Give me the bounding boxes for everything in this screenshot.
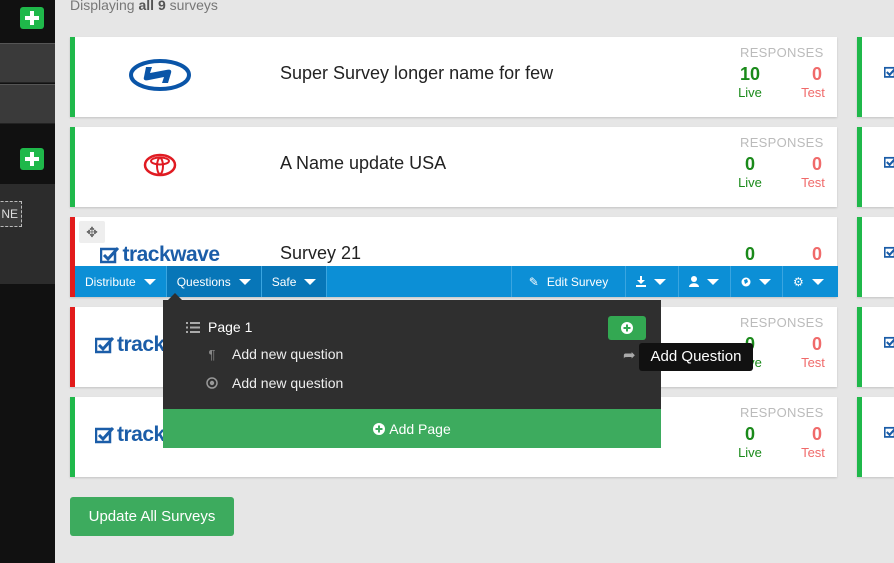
sidebar-item[interactable] bbox=[0, 84, 55, 124]
add-icon[interactable] bbox=[20, 7, 44, 29]
sidebar-item[interactable] bbox=[0, 43, 55, 83]
caret-down-icon bbox=[811, 278, 824, 285]
question-label: Add new question bbox=[232, 375, 344, 391]
live-count: 10 bbox=[739, 64, 761, 84]
page-label: Page 1 bbox=[208, 319, 253, 335]
globe-dropdown[interactable] bbox=[731, 266, 783, 297]
test-count: 0 bbox=[811, 64, 822, 84]
safe-label: Safe bbox=[271, 274, 297, 289]
responses-header: RESPONSES bbox=[740, 135, 824, 150]
gear-icon: ⚙ bbox=[793, 274, 804, 289]
radio-icon bbox=[206, 377, 218, 389]
trackwave-logo-icon bbox=[884, 66, 894, 78]
safe-dropdown[interactable]: Safe bbox=[261, 266, 328, 297]
survey-card[interactable] bbox=[857, 37, 894, 117]
user-dropdown[interactable] bbox=[679, 266, 731, 297]
logo-text: track bbox=[117, 333, 165, 356]
survey-name[interactable]: A Name update USA bbox=[280, 153, 446, 174]
toyota-logo bbox=[95, 142, 225, 188]
left-sidebar: NE bbox=[0, 0, 55, 563]
distribute-label: Distribute bbox=[85, 274, 136, 289]
globe-icon bbox=[741, 277, 751, 286]
share-icon[interactable]: ➦ bbox=[623, 346, 636, 364]
download-icon bbox=[636, 276, 646, 287]
sidebar-drop-target[interactable]: NE bbox=[0, 201, 22, 227]
menu-pointer bbox=[168, 293, 182, 300]
test-label: Test bbox=[801, 175, 825, 190]
responses-header: RESPONSES bbox=[740, 315, 824, 330]
live-label: Live bbox=[738, 85, 762, 100]
test-count: 0 bbox=[811, 424, 822, 444]
add-page-button[interactable]: Add Page bbox=[163, 409, 661, 448]
test-count: 0 bbox=[811, 334, 822, 354]
add-question-tooltip: Add Question bbox=[639, 343, 753, 371]
add-icon[interactable] bbox=[20, 148, 44, 170]
caret-down-icon bbox=[759, 278, 771, 285]
test-label: Test bbox=[801, 355, 825, 370]
responses-header: RESPONSES bbox=[740, 45, 824, 60]
user-icon bbox=[689, 276, 699, 287]
summary-suffix: surveys bbox=[169, 0, 218, 13]
caret-down-icon bbox=[238, 278, 251, 285]
test-label: Test bbox=[801, 445, 825, 460]
distribute-dropdown[interactable]: Distribute bbox=[75, 266, 167, 297]
update-all-surveys-button[interactable]: Update All Surveys bbox=[70, 497, 234, 536]
survey-card[interactable] bbox=[857, 217, 894, 297]
summary-prefix: Displaying bbox=[70, 0, 135, 13]
move-icon[interactable]: ✥ bbox=[79, 221, 105, 243]
question-item[interactable]: ¶ Add new question bbox=[206, 346, 344, 362]
live-label: Live bbox=[738, 175, 762, 190]
hyundai-logo bbox=[95, 52, 225, 98]
settings-dropdown[interactable]: ⚙ bbox=[783, 266, 838, 297]
test-count: 0 bbox=[811, 154, 822, 174]
responses-header: RESPONSES bbox=[740, 405, 824, 420]
toolbar-spacer bbox=[327, 266, 512, 297]
sidebar-active-block bbox=[0, 184, 55, 284]
download-dropdown[interactable] bbox=[626, 266, 679, 297]
caret-down-icon bbox=[304, 278, 317, 285]
questions-menu: Page 1 ¶ Add new question ➦ Add new ques… bbox=[163, 293, 661, 448]
trackwave-logo-icon bbox=[884, 156, 894, 168]
plus-circle-icon bbox=[373, 422, 386, 435]
live-count: 0 bbox=[744, 244, 755, 264]
survey-card[interactable]: A Name update USA RESPONSES 0 Live 0 Tes… bbox=[70, 127, 837, 207]
trackwave-logo-icon bbox=[884, 246, 894, 258]
edit-survey-label: Edit Survey bbox=[546, 274, 609, 289]
add-question-button[interactable] bbox=[608, 316, 646, 340]
logo-text: trackwave bbox=[122, 243, 220, 266]
trackwave-logo-icon bbox=[884, 426, 894, 438]
question-item[interactable]: Add new question bbox=[206, 375, 343, 391]
add-page-label: Add Page bbox=[389, 420, 451, 437]
test-label: Test bbox=[801, 85, 825, 100]
live-count: 0 bbox=[744, 424, 755, 444]
survey-card[interactable] bbox=[857, 127, 894, 207]
live-count: 0 bbox=[744, 154, 755, 174]
live-label: Live bbox=[738, 445, 762, 460]
survey-action-toolbar: Distribute Questions Safe ✎ Edit Survey … bbox=[75, 266, 838, 297]
survey-card[interactable] bbox=[857, 307, 894, 387]
logo-text: track bbox=[117, 423, 165, 446]
paragraph-icon: ¶ bbox=[208, 346, 216, 362]
survey-count-summary: Displaying all 9 surveys bbox=[70, 0, 218, 13]
caret-down-icon bbox=[654, 278, 666, 285]
caret-down-icon bbox=[707, 278, 719, 285]
summary-count: all 9 bbox=[138, 0, 166, 13]
survey-name[interactable]: Survey 21 bbox=[280, 243, 361, 264]
page-item[interactable]: Page 1 bbox=[186, 319, 252, 335]
list-icon bbox=[186, 321, 200, 333]
trackwave-logo-icon bbox=[884, 336, 894, 348]
edit-survey-button[interactable]: ✎ Edit Survey bbox=[512, 266, 626, 297]
test-count: 0 bbox=[811, 244, 822, 264]
questions-label: Questions bbox=[176, 274, 231, 289]
caret-down-icon bbox=[143, 278, 156, 285]
survey-name[interactable]: Super Survey longer name for few bbox=[280, 63, 553, 84]
question-label: Add new question bbox=[232, 346, 344, 362]
pencil-icon: ✎ bbox=[528, 274, 539, 289]
survey-card[interactable]: Super Survey longer name for few RESPONS… bbox=[70, 37, 837, 117]
survey-card[interactable] bbox=[857, 397, 894, 477]
plus-circle-icon bbox=[621, 322, 633, 334]
